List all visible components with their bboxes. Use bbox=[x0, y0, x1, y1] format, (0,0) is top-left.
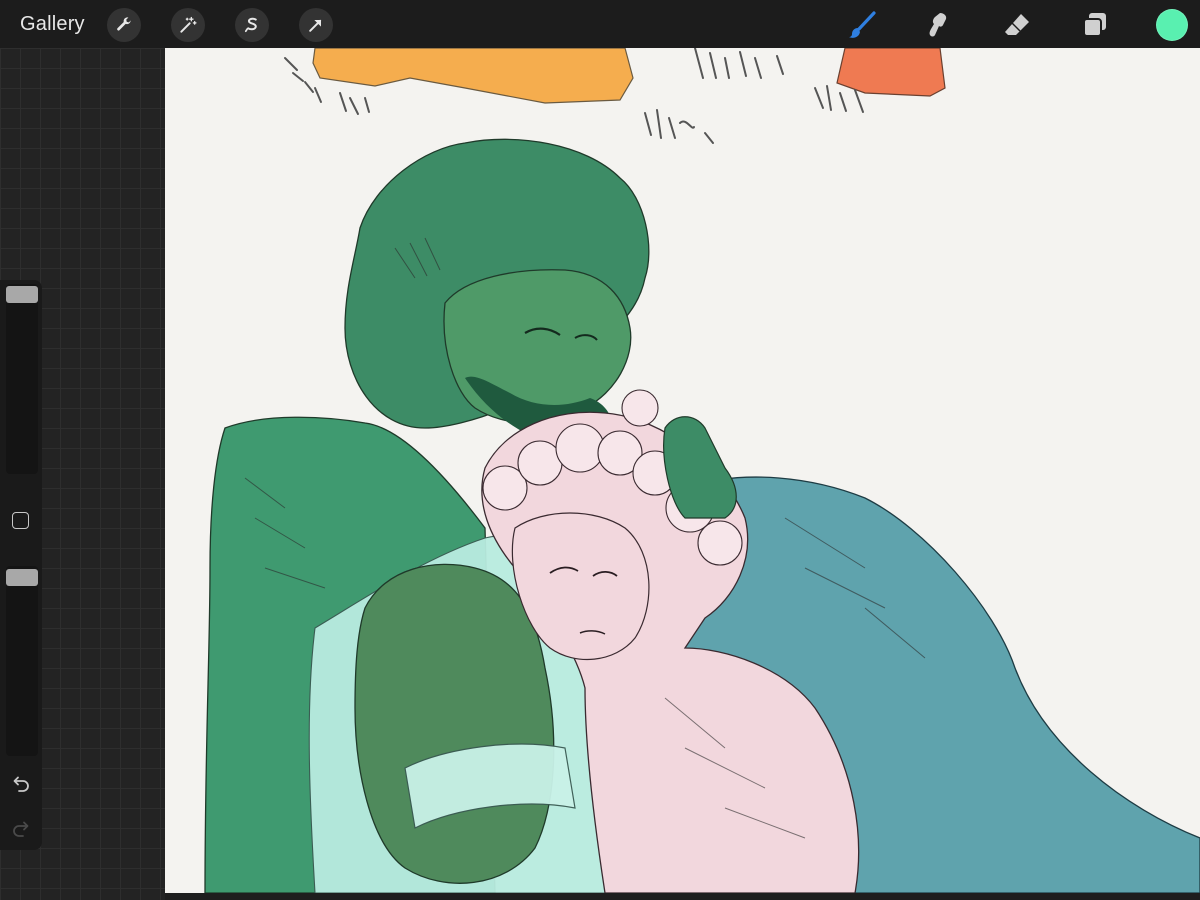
redo-icon[interactable] bbox=[10, 820, 32, 840]
modify-button[interactable] bbox=[12, 512, 29, 529]
side-toolbar bbox=[0, 280, 42, 850]
gallery-button[interactable]: Gallery bbox=[20, 0, 85, 48]
color-picker-swatch[interactable] bbox=[1156, 9, 1188, 41]
top-toolbar: Gallery bbox=[0, 0, 1200, 48]
layers-icon[interactable] bbox=[1078, 8, 1112, 42]
brush-size-thumb[interactable] bbox=[6, 286, 38, 303]
eraser-icon[interactable] bbox=[1000, 8, 1034, 42]
brush-icon[interactable] bbox=[845, 8, 879, 42]
brush-opacity-thumb[interactable] bbox=[6, 569, 38, 586]
brush-size-slider[interactable] bbox=[6, 284, 38, 474]
illustration-artwork bbox=[165, 48, 1200, 893]
procreate-app: Gallery bbox=[0, 0, 1200, 900]
selection-s-icon[interactable] bbox=[235, 8, 269, 42]
undo-icon[interactable] bbox=[10, 775, 32, 795]
drawing-canvas[interactable] bbox=[165, 48, 1200, 893]
wrench-icon[interactable] bbox=[107, 8, 141, 42]
smudge-icon[interactable] bbox=[922, 8, 956, 42]
magic-wand-icon[interactable] bbox=[171, 8, 205, 42]
arrow-cursor-icon[interactable] bbox=[299, 8, 333, 42]
brush-opacity-slider[interactable] bbox=[6, 566, 38, 756]
